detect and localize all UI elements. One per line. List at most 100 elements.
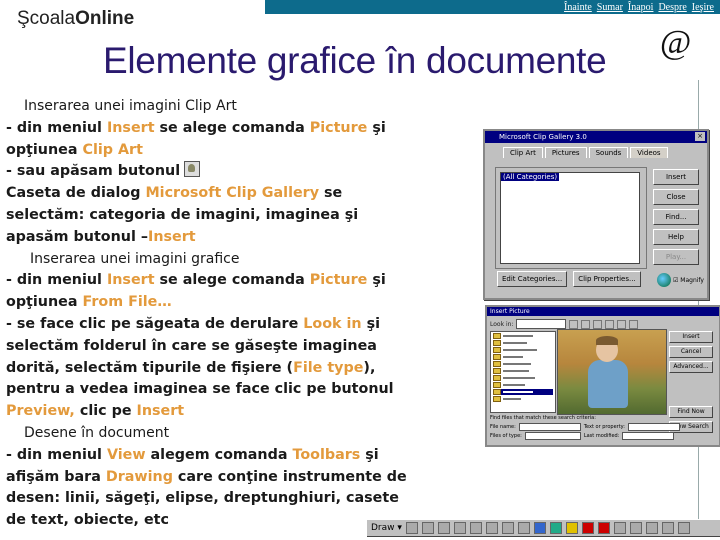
highlight-text: Clip Art <box>82 141 143 158</box>
text: şi <box>361 315 381 332</box>
text-line: dorită, selectăm tipurile de fişiere (Fi… <box>6 358 446 380</box>
look-in-row: Look in: <box>490 319 639 329</box>
tab-sounds: Sounds <box>588 147 629 158</box>
folder-icon <box>493 368 501 374</box>
nav-link-inapoi[interactable]: Înapoi <box>628 2 654 13</box>
nav-link-iesire[interactable]: Ieşire <box>692 2 714 13</box>
textbox-icon <box>517 522 530 534</box>
highlight-text: Microsoft Clip Gallery <box>145 185 320 202</box>
text: opţiunea <box>6 141 83 158</box>
folder-name <box>503 391 533 393</box>
criteria-label: Find files that match these search crite… <box>490 414 596 421</box>
folder-name <box>503 349 537 351</box>
nav-link-sumar[interactable]: Sumar <box>597 2 623 13</box>
highlight-text: Picture <box>309 119 368 136</box>
folder-row <box>493 382 553 388</box>
last-modified-field <box>622 431 675 440</box>
section-heading-drawing: Desene în document <box>24 424 170 441</box>
look-in-combo <box>516 319 567 329</box>
globe-icon <box>657 273 671 287</box>
text: - din meniul <box>6 119 107 136</box>
desktop-icon <box>581 319 591 329</box>
highlight-text: Toolbars <box>292 446 361 463</box>
3d-icon <box>677 522 690 534</box>
text-line: opţiunea From File… <box>6 292 446 314</box>
child-body <box>588 360 628 408</box>
text: apasăm butonul – <box>6 228 149 245</box>
bottom-buttons: Edit Categories... Clip Properties... <box>497 271 641 287</box>
category-list: (All Categories) <box>500 172 640 264</box>
text-property-field <box>627 422 680 431</box>
nav-link-despre[interactable]: Despre <box>658 2 686 13</box>
rotate-icon <box>421 522 434 534</box>
top-navigation-bar: Înainte Sumar Înapoi Despre Ieşire <box>265 0 720 14</box>
page-title: Elemente grafice în documente <box>103 40 607 81</box>
folder-name <box>503 384 525 386</box>
category-selected: (All Categories) <box>501 173 560 181</box>
nav-link-inainte[interactable]: Înainte <box>564 2 592 13</box>
folder-icon <box>493 389 501 395</box>
text: - se face clic pe săgeata de derulare <box>6 315 304 332</box>
folder-icon <box>493 354 501 360</box>
section-heading-graphic: Inserarea unei imagini grafice <box>30 250 240 267</box>
help-button: Help <box>653 229 699 245</box>
text: alegem comanda <box>145 446 293 463</box>
logo-part1: Şcoala <box>17 8 76 29</box>
folder-name <box>503 342 527 344</box>
criteria-row: Files of type: Last modified: <box>490 431 716 440</box>
folder-name <box>503 363 531 365</box>
line-icon <box>453 522 466 534</box>
search-criteria: Find files that match these search crite… <box>490 413 716 440</box>
text: şi <box>367 119 386 136</box>
folder-icon <box>493 361 501 367</box>
insert-button: Insert <box>669 331 713 343</box>
text: se alege comanda <box>154 272 310 289</box>
files-of-type-field <box>524 431 581 440</box>
text: şi <box>360 446 379 463</box>
tab-clip-art: Clip Art <box>503 147 543 158</box>
dialog-titlebar: Microsoft Clip Gallery 3.0 × <box>485 131 707 143</box>
folder-row <box>493 340 553 346</box>
dialog-tabs: Clip Art Pictures Sounds Videos <box>485 143 707 158</box>
last-modified-label: Last modified: <box>583 432 620 439</box>
folder-name <box>503 356 523 358</box>
clip-properties-button: Clip Properties... <box>573 271 641 287</box>
close-icon: × <box>695 132 705 141</box>
insert-button: Insert <box>653 169 699 185</box>
nav-links: Înainte Sumar Înapoi Despre Ieşire <box>564 0 714 14</box>
text-line: selectăm folderul în care se găseşte ima… <box>6 337 377 354</box>
arrow-icon <box>469 522 482 534</box>
cancel-button: Cancel <box>669 346 713 358</box>
clip-gallery-screenshot: Microsoft Clip Gallery 3.0 × Clip Art Pic… <box>483 129 709 300</box>
folder-row-selected <box>493 389 553 395</box>
folder-row <box>493 354 553 360</box>
arrow-style-icon <box>645 522 658 534</box>
text-line: pentru a vedea imaginea se face clic pe … <box>6 381 394 398</box>
highlight-text: Insert <box>136 403 185 420</box>
clipart-icon <box>549 522 562 534</box>
clipart-button-icon <box>184 161 201 178</box>
highlight-text: Look in <box>303 315 362 332</box>
folder-row <box>493 396 553 402</box>
text-line: opţiunea Clip Art <box>6 140 446 162</box>
preview-photo <box>557 329 667 415</box>
folder-icon <box>493 396 501 402</box>
draw-menu: Draw ▾ <box>371 523 402 533</box>
dialog-title: Microsoft Clip Gallery 3.0 <box>499 133 587 141</box>
magnify-checkbox: ☑ Magnify <box>673 277 704 284</box>
text: clic pe <box>74 403 137 420</box>
dash-style-icon <box>629 522 642 534</box>
text-line: apasăm butonul –Insert <box>6 227 446 249</box>
text: - sau apăsam butonul <box>6 163 181 180</box>
text: care conţine instrumente de <box>172 468 407 485</box>
advanced-button: Advanced... <box>669 361 713 373</box>
highlight-text: Insert <box>106 119 155 136</box>
highlight-text: View <box>106 446 146 463</box>
criteria-row: File name: Text or property: <box>490 422 716 431</box>
text: şi <box>367 272 386 289</box>
text: - din meniul <box>6 446 107 463</box>
fill-color-icon <box>565 522 578 534</box>
folder-row <box>493 361 553 367</box>
dialog-title: Insert Picture <box>487 307 719 316</box>
select-objects-icon <box>405 522 418 534</box>
